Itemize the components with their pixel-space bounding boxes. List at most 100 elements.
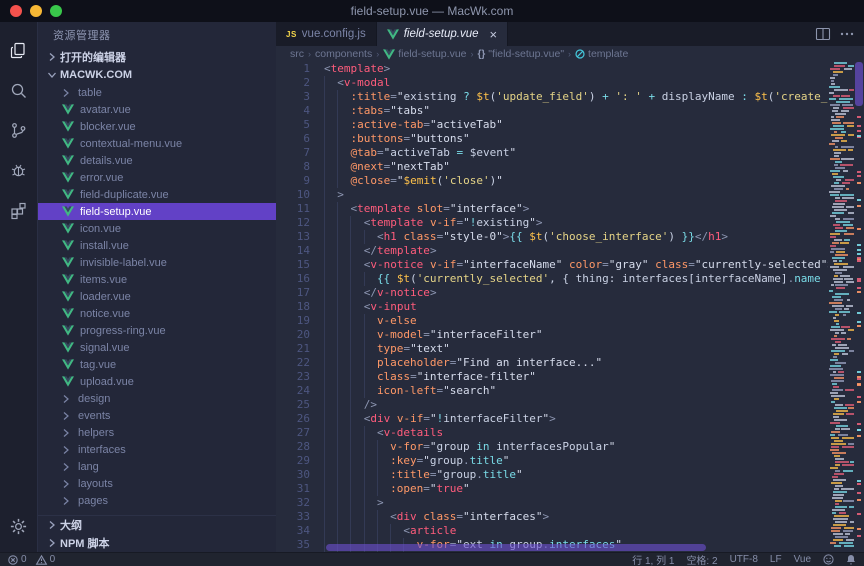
line-number[interactable]: 17 (276, 286, 324, 300)
tree-item-avatar.vue[interactable]: avatar.vue (38, 101, 276, 118)
line-number[interactable]: 35 (276, 538, 324, 552)
line-number[interactable]: 1 (276, 62, 324, 76)
line-number[interactable]: 20 (276, 328, 324, 342)
tree-item-table[interactable]: table (38, 84, 276, 101)
sidebar-section-大纲[interactable]: 大纲 (38, 516, 276, 534)
feedback-icon[interactable] (823, 554, 834, 565)
line-number[interactable]: 19 (276, 314, 324, 328)
tree-item-progress-ring.vue[interactable]: progress-ring.vue (38, 322, 276, 339)
code-line[interactable]: 4:tabs="tabs" (276, 104, 828, 118)
line-number[interactable]: 12 (276, 216, 324, 230)
open-editors-section[interactable]: 打开的编辑器 (38, 48, 276, 66)
line-number[interactable]: 4 (276, 104, 324, 118)
line-number[interactable]: 3 (276, 90, 324, 104)
status-item[interactable]: Vue (794, 554, 811, 565)
tree-item-design[interactable]: design (38, 390, 276, 407)
code-line[interactable]: 3:title="existing ? $t('update_field') +… (276, 90, 828, 104)
line-number[interactable]: 25 (276, 398, 324, 412)
tree-item-interfaces[interactable]: interfaces (38, 441, 276, 458)
close-tab-icon[interactable]: × (490, 28, 498, 41)
breadcrumb-item[interactable]: src (290, 48, 304, 60)
code-line[interactable]: 19v-else (276, 314, 828, 328)
line-number[interactable]: 16 (276, 272, 324, 286)
tree-item-blocker.vue[interactable]: blocker.vue (38, 118, 276, 135)
breadcrumb-item[interactable]: {}"field-setup.vue" (478, 48, 565, 60)
tree-item-invisible-label.vue[interactable]: invisible-label.vue (38, 254, 276, 271)
code-line[interactable]: 7@tab="activeTab = $event" (276, 146, 828, 160)
line-number[interactable]: 33 (276, 510, 324, 524)
sidebar-section-NPM 脚本[interactable]: NPM 脚本 (38, 534, 276, 552)
line-number[interactable]: 29 (276, 454, 324, 468)
line-number[interactable]: 14 (276, 244, 324, 258)
code-line[interactable]: 6:buttons="buttons" (276, 132, 828, 146)
tree-item-lang[interactable]: lang (38, 458, 276, 475)
line-number[interactable]: 2 (276, 76, 324, 90)
line-number[interactable]: 5 (276, 118, 324, 132)
line-number[interactable]: 24 (276, 384, 324, 398)
activity-source-control-icon[interactable] (0, 110, 38, 150)
more-actions-icon[interactable] (840, 32, 854, 36)
code-line[interactable]: 14</template> (276, 244, 828, 258)
line-number[interactable]: 6 (276, 132, 324, 146)
code-line[interactable]: 30:title="group.title" (276, 468, 828, 482)
code-line[interactable]: 26<div v-if="!interfaceFilter"> (276, 412, 828, 426)
code-line[interactable]: 1<template> (276, 62, 828, 76)
code-line[interactable]: 11<template slot="interface"> (276, 202, 828, 216)
tree-item-notice.vue[interactable]: notice.vue (38, 305, 276, 322)
code-line[interactable]: 8@next="nextTab" (276, 160, 828, 174)
status-item[interactable]: UTF-8 (730, 554, 758, 565)
tree-item-icon.vue[interactable]: icon.vue (38, 220, 276, 237)
code-line[interactable]: 18<v-input (276, 300, 828, 314)
status-item[interactable]: 空格: 2 (686, 552, 717, 566)
tree-item-contextual-menu.vue[interactable]: contextual-menu.vue (38, 135, 276, 152)
code-line[interactable]: 21type="text" (276, 342, 828, 356)
code-line[interactable]: 32> (276, 496, 828, 510)
tree-item-signal.vue[interactable]: signal.vue (38, 339, 276, 356)
code-line[interactable]: 22placeholder="Find an interface..." (276, 356, 828, 370)
line-number[interactable]: 28 (276, 440, 324, 454)
code-line[interactable]: 33<div class="interfaces"> (276, 510, 828, 524)
tree-item-layouts[interactable]: layouts (38, 475, 276, 492)
line-number[interactable]: 22 (276, 356, 324, 370)
tree-item-pages[interactable]: pages (38, 492, 276, 509)
tree-item-details.vue[interactable]: details.vue (38, 152, 276, 169)
line-number[interactable]: 7 (276, 146, 324, 160)
breadcrumb-item[interactable]: components (315, 48, 372, 60)
line-number[interactable]: 26 (276, 412, 324, 426)
code-line[interactable]: 25/> (276, 398, 828, 412)
code-editor[interactable]: 1<template>2<v-modal3:title="existing ? … (276, 62, 864, 552)
line-number[interactable]: 13 (276, 230, 324, 244)
horizontal-scrollbar-thumb[interactable] (326, 544, 706, 551)
code-line[interactable]: 34<article (276, 524, 828, 538)
code-line[interactable]: 10> (276, 188, 828, 202)
tree-item-field-setup.vue[interactable]: field-setup.vue (38, 203, 276, 220)
split-editor-icon[interactable] (816, 28, 830, 40)
line-number[interactable]: 9 (276, 174, 324, 188)
activity-extensions-icon[interactable] (0, 190, 38, 230)
code-line[interactable]: 24icon-left="search" (276, 384, 828, 398)
close-window-button[interactable] (10, 5, 22, 17)
tree-item-items.vue[interactable]: items.vue (38, 271, 276, 288)
vertical-scrollbar-thumb[interactable] (855, 62, 863, 106)
activity-debug-icon[interactable] (0, 150, 38, 190)
code-line[interactable]: 28v-for="group in interfacesPopular" (276, 440, 828, 454)
activity-gear-icon[interactable] (0, 506, 38, 546)
line-number[interactable]: 23 (276, 370, 324, 384)
code-line[interactable]: 9@close="$emit('close')" (276, 174, 828, 188)
line-number[interactable]: 31 (276, 482, 324, 496)
line-number[interactable]: 32 (276, 496, 324, 510)
code-line[interactable]: 17</v-notice> (276, 286, 828, 300)
code-line[interactable]: 15<v-notice v-if="interfaceName" color="… (276, 258, 828, 272)
line-number[interactable]: 27 (276, 426, 324, 440)
code-line[interactable]: 12<template v-if="!existing"> (276, 216, 828, 230)
status-item[interactable]: 行 1, 列 1 (632, 552, 674, 566)
tree-item-install.vue[interactable]: install.vue (38, 237, 276, 254)
root-folder-row[interactable]: MACWK.COM (38, 66, 276, 84)
code-line[interactable]: 27<v-details (276, 426, 828, 440)
breadcrumb-item[interactable]: field-setup.vue (383, 48, 466, 60)
status-warnings[interactable]: 0 (36, 554, 56, 565)
tree-item-events[interactable]: events (38, 407, 276, 424)
line-number[interactable]: 10 (276, 188, 324, 202)
tree-item-tag.vue[interactable]: tag.vue (38, 356, 276, 373)
vertical-scrollbar[interactable] (854, 62, 864, 552)
